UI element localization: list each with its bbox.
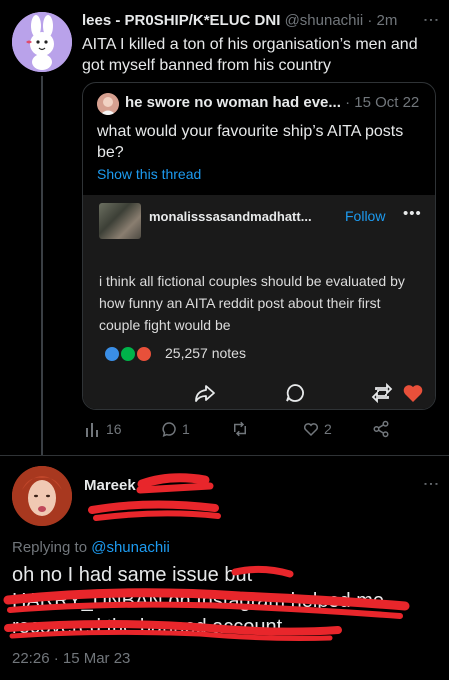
reply-timestamp: 22:26 · 15 Mar 23 bbox=[12, 650, 131, 667]
reply-icon bbox=[162, 422, 176, 437]
retweet-count: 1 bbox=[182, 421, 190, 437]
reply-count: 16 bbox=[106, 421, 122, 437]
reply-button[interactable]: 1 bbox=[160, 418, 190, 440]
tweet-header: lees - PR0SHIP/K*ELUC DNI @shunachii · 2… bbox=[82, 12, 422, 29]
quoted-avatar bbox=[97, 93, 119, 115]
reply-display-name[interactable]: Mareek S bbox=[84, 477, 150, 494]
notes-icons bbox=[103, 345, 157, 363]
analytics-button[interactable]: 16 bbox=[84, 418, 122, 440]
replying-to-label: Replying to bbox=[12, 539, 88, 556]
like-button[interactable]: 2 bbox=[302, 418, 332, 440]
tweet-action-bar: 16 1 2 bbox=[82, 418, 412, 442]
notes-count: 25,257 notes bbox=[165, 345, 246, 361]
reply-more-icon[interactable]: ⋮ bbox=[421, 476, 440, 491]
user-handle[interactable]: @shunachii bbox=[285, 12, 364, 29]
reply-text-line-1: oh no I had same issue but bbox=[12, 564, 253, 586]
heart-filled-icon bbox=[403, 385, 423, 402]
share-arrow-icon bbox=[195, 385, 215, 402]
quoted-header: he swore no woman had eve... · 15 Oct 22 bbox=[125, 94, 425, 111]
reblog-icon bbox=[371, 382, 393, 404]
quoted-tweet[interactable]: he swore no woman had eve... · 15 Oct 22… bbox=[82, 82, 436, 410]
more-icon[interactable]: ⋮ bbox=[421, 12, 440, 27]
tweet-main[interactable]: lees - PR0SHIP/K*ELUC DNI @shunachii · 2… bbox=[0, 0, 449, 456]
tumblr-actions bbox=[83, 381, 435, 407]
thread-line bbox=[41, 76, 43, 456]
tweet-time[interactable]: · 2m bbox=[367, 12, 397, 29]
tumblr-screenshot: monalisssasandmadhatt... Follow ••• i th… bbox=[83, 195, 435, 409]
quoted-date: · 15 Oct 22 bbox=[345, 94, 420, 111]
tumblr-post-text: i think all fictional couples should be … bbox=[99, 273, 405, 333]
retweet-icon bbox=[234, 421, 246, 437]
tumblr-username: monalisssasandmadhatt... bbox=[149, 209, 312, 224]
quoted-avatar-image bbox=[97, 93, 119, 115]
replying-to-handle[interactable]: @shunachii bbox=[91, 539, 170, 556]
like-count: 2 bbox=[324, 421, 332, 437]
like-note-icon bbox=[135, 345, 153, 363]
reply-text-line-3: recovered the banned account bbox=[12, 616, 283, 638]
follow-button: Follow bbox=[345, 208, 386, 224]
reply-avatar[interactable] bbox=[12, 466, 72, 526]
quoted-display-name: he swore no woman had eve... bbox=[125, 94, 341, 111]
retweet-button[interactable] bbox=[230, 418, 250, 440]
show-thread-link[interactable]: Show this thread bbox=[97, 166, 201, 182]
divider bbox=[0, 455, 449, 456]
like-icon bbox=[303, 423, 319, 437]
reply-text-line-2: HARRY_UNBAN on Instagram helped me bbox=[12, 590, 385, 612]
bunny-avatar-icon bbox=[12, 12, 72, 72]
tweet-text: AITA I killed a ton of his organisation’… bbox=[82, 36, 418, 74]
avatar[interactable] bbox=[12, 12, 72, 72]
comment-icon bbox=[286, 384, 304, 402]
replying-to: Replying to @shunachii bbox=[12, 539, 170, 556]
reply-avatar-image bbox=[12, 466, 72, 526]
share-icon bbox=[373, 420, 389, 438]
share-button[interactable] bbox=[372, 418, 390, 440]
tumblr-more-icon: ••• bbox=[403, 205, 422, 222]
analytics-icon bbox=[86, 423, 98, 437]
display-name[interactable]: lees - PR0SHIP/K*ELUC DNI bbox=[82, 12, 280, 29]
tumblr-user-thumbnail bbox=[99, 203, 141, 239]
reply-text: oh no I had same issue but HARRY_UNBAN o… bbox=[12, 562, 437, 640]
quoted-text: what would your favourite ship’s AITA po… bbox=[97, 123, 404, 161]
